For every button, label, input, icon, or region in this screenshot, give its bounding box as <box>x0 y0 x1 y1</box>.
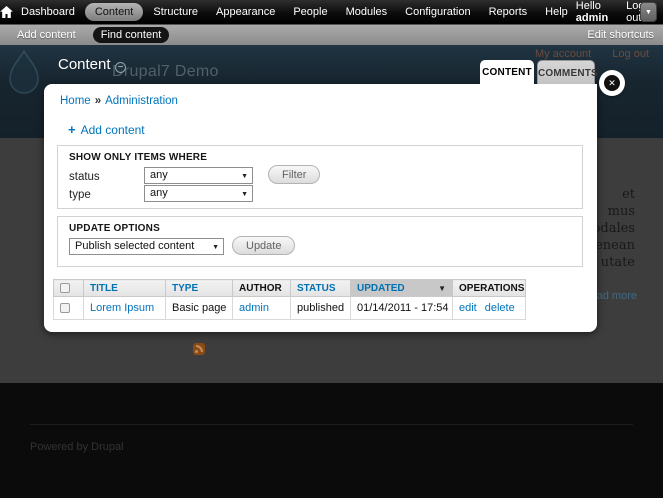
chevron-down-icon: ▼ <box>645 9 652 16</box>
header-operations: OPERATIONS <box>453 280 526 297</box>
header-operations-label: OPERATIONS <box>459 283 524 294</box>
username-link[interactable]: admin <box>576 12 608 24</box>
close-icon: ✕ <box>604 75 620 91</box>
header-updated: UPDATED ▼ <box>351 280 453 297</box>
toolbar-menu: Dashboard Content Structure Appearance P… <box>13 3 576 21</box>
breadcrumb-separator: » <box>95 95 101 107</box>
breadcrumb: Home » Administration <box>60 95 178 107</box>
row-type-cell: Basic page <box>166 297 233 320</box>
filter-button[interactable]: Filter <box>268 165 320 184</box>
node-type: Basic page <box>172 302 226 314</box>
toolbar-item-appearance[interactable]: Appearance <box>208 3 283 21</box>
sort-type-link[interactable]: TYPE <box>172 283 198 294</box>
my-account-link-dimmed: My account <box>535 48 591 60</box>
row-title-cell: Lorem Ipsum <box>84 297 166 320</box>
logout-link-dimmed: Log out <box>612 48 649 60</box>
admin-toolbar: Dashboard Content Structure Appearance P… <box>0 0 663 24</box>
tab-comments[interactable]: COMMENTS <box>537 60 595 84</box>
shortcut-add-content[interactable]: Add content <box>9 27 84 43</box>
drupal-logo-icon <box>6 49 42 100</box>
powered-by-text: Powered by Drupal <box>30 441 124 453</box>
screen: Dashboard Content Structure Appearance P… <box>0 0 663 498</box>
row-operations-cell: edit delete <box>453 297 526 320</box>
shortcut-find-content[interactable]: Find content <box>93 27 170 43</box>
table-row: Lorem Ipsum Basic page admin published 0… <box>54 297 526 320</box>
plus-icon: + <box>68 122 76 137</box>
select-all-header <box>54 280 84 297</box>
toolbar-item-dashboard[interactable]: Dashboard <box>13 3 83 21</box>
node-title-link[interactable]: Lorem Ipsum <box>90 302 154 314</box>
author-link[interactable]: admin <box>239 302 269 314</box>
sort-title-link[interactable]: TITLE <box>90 283 118 294</box>
add-content-link[interactable]: Add content <box>81 123 145 137</box>
row-checkbox[interactable] <box>60 303 70 313</box>
header-author: AUTHOR <box>233 280 291 297</box>
row-updated-cell: 01/14/2011 - 17:54 <box>351 297 453 320</box>
toolbar-item-content[interactable]: Content <box>85 3 144 21</box>
node-status: published <box>297 302 344 314</box>
toolbar-item-configuration[interactable]: Configuration <box>397 3 478 21</box>
overlay-shrink-icon[interactable]: − <box>115 62 126 73</box>
minus-icon: − <box>118 62 124 73</box>
edit-shortcuts-link[interactable]: Edit shortcuts <box>587 29 654 41</box>
header-author-label: AUTHOR <box>239 283 282 294</box>
home-icon[interactable] <box>0 6 13 18</box>
row-status-cell: published <box>291 297 351 320</box>
sort-status-link[interactable]: STATUS <box>297 283 336 294</box>
header-status: STATUS <box>291 280 351 297</box>
clipped-read-more-link: ad more <box>597 290 637 302</box>
overlay-page-title: Content <box>58 56 111 73</box>
toolbar-item-structure[interactable]: Structure <box>145 3 206 21</box>
dimmed-page-footer: Powered by Drupal <box>0 383 663 498</box>
status-label: status <box>69 171 100 183</box>
site-name: Drupal7 Demo <box>112 63 219 81</box>
add-content-action[interactable]: + Add content <box>68 122 145 137</box>
node-updated: 01/14/2011 - 17:54 <box>357 302 449 314</box>
chevron-down-icon: ▼ <box>241 187 248 202</box>
update-button[interactable]: Update <box>232 236 295 255</box>
status-select-value: any <box>150 169 168 181</box>
table-header-row: TITLE TYPE AUTHOR STATUS UPDATED ▼ OPERAT… <box>54 280 526 297</box>
type-select-value: any <box>150 187 168 199</box>
rss-feed-icon <box>193 343 205 355</box>
greeting-text: Hello admin <box>576 0 608 24</box>
update-options-fieldset: UPDATE OPTIONS Publish selected content … <box>57 216 583 267</box>
tab-content[interactable]: CONTENT <box>480 60 534 84</box>
sort-updated-link[interactable]: UPDATED <box>357 283 405 294</box>
filter-fieldset-legend: SHOW ONLY ITEMS WHERE <box>69 152 207 163</box>
select-all-checkbox[interactable] <box>60 283 70 293</box>
chevron-down-icon: ▼ <box>241 169 248 184</box>
breadcrumb-home-link[interactable]: Home <box>60 95 91 107</box>
row-select-cell <box>54 297 84 320</box>
update-select-value: Publish selected content <box>75 240 194 252</box>
toolbar-item-reports[interactable]: Reports <box>481 3 536 21</box>
type-select[interactable]: any ▼ <box>144 185 253 202</box>
edit-link[interactable]: edit <box>459 302 477 314</box>
shortcut-bar: Add content Find content Edit shortcuts <box>0 24 663 45</box>
filter-fieldset: SHOW ONLY ITEMS WHERE status any ▼ type … <box>57 145 583 209</box>
toolbar-item-people[interactable]: People <box>285 3 335 21</box>
chevron-down-icon: ▼ <box>212 240 219 255</box>
toolbar-item-modules[interactable]: Modules <box>338 3 396 21</box>
row-author-cell: admin <box>233 297 291 320</box>
toolbar-item-help[interactable]: Help <box>537 3 576 21</box>
toolbar-drawer-toggle[interactable]: ▼ <box>640 2 657 22</box>
content-table: TITLE TYPE AUTHOR STATUS UPDATED ▼ OPERAT… <box>53 279 526 320</box>
breadcrumb-admin-link[interactable]: Administration <box>105 95 178 107</box>
overlay-close-button[interactable]: ✕ <box>599 70 625 96</box>
header-type: TYPE <box>166 280 233 297</box>
update-fieldset-legend: UPDATE OPTIONS <box>69 223 160 234</box>
type-label: type <box>69 189 91 201</box>
dimmed-user-links: My account Log out <box>517 48 649 60</box>
content-overlay-modal: Home » Administration + Add content SHOW ON… <box>44 84 597 332</box>
status-select[interactable]: any ▼ <box>144 167 253 184</box>
sort-desc-icon: ▼ <box>438 284 446 293</box>
delete-link[interactable]: delete <box>485 302 515 314</box>
update-action-select[interactable]: Publish selected content ▼ <box>69 238 224 255</box>
footer-divider <box>30 424 633 425</box>
header-title: TITLE <box>84 280 166 297</box>
greeting-prefix: Hello <box>576 0 601 12</box>
